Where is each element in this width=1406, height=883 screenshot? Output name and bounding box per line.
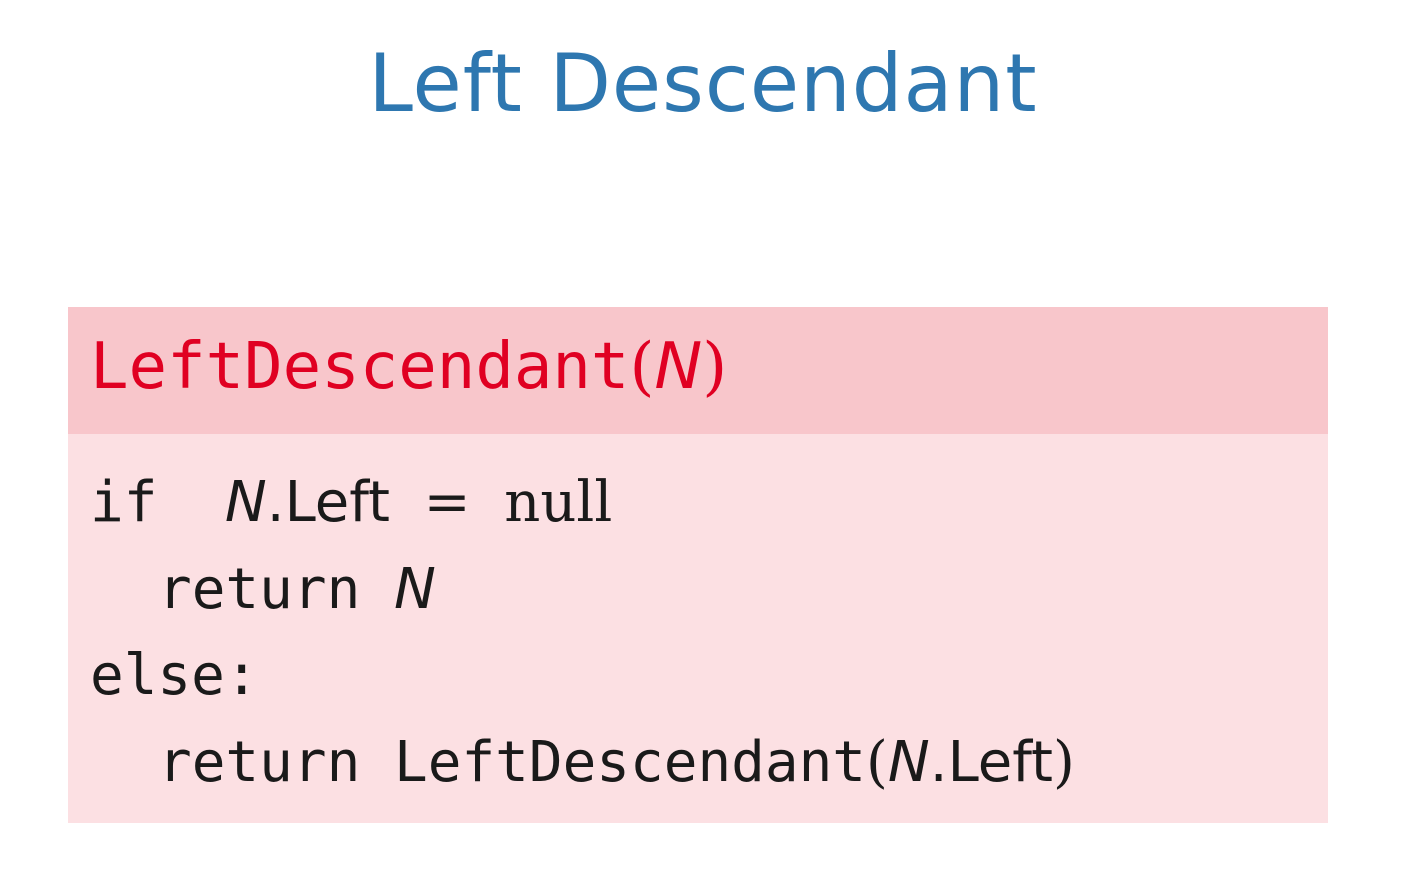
parameter-n: N <box>654 330 703 404</box>
recursive-call-name: LeftDescendant <box>394 730 867 795</box>
code-line-if: if N.Left = null <box>90 469 612 536</box>
block-header: LeftDescendant(N) <box>68 307 1328 434</box>
variable-n: N <box>394 557 436 622</box>
algorithm-block: LeftDescendant(N) if N.Left = null retur… <box>68 307 1328 823</box>
field-left: .Left <box>266 470 390 535</box>
equals-operator: = <box>423 470 471 535</box>
block-body: if N.Left = null return N else: return L… <box>68 434 1328 823</box>
null-value: null <box>504 470 613 535</box>
function-name: LeftDescendant <box>90 330 630 404</box>
variable-n: N <box>887 730 930 795</box>
variable-n: N <box>224 470 267 535</box>
field-left: .Left <box>929 730 1053 795</box>
keyword-if: if <box>90 470 158 535</box>
keyword-return: return <box>158 557 361 622</box>
code-line-else: else: <box>90 642 259 709</box>
open-paren: ( <box>866 730 888 795</box>
code-line-return-n: return N <box>158 556 436 623</box>
code-line-return-recursive: return LeftDescendant(N.Left) <box>158 729 1075 796</box>
keyword-else: else: <box>90 643 259 708</box>
block-title: LeftDescendant(N) <box>90 329 727 406</box>
close-paren: ) <box>702 330 728 404</box>
keyword-return: return <box>158 730 361 795</box>
close-paren: ) <box>1052 730 1075 795</box>
open-paren: ( <box>629 330 655 404</box>
slide-title: Left Descendant <box>368 37 1038 130</box>
